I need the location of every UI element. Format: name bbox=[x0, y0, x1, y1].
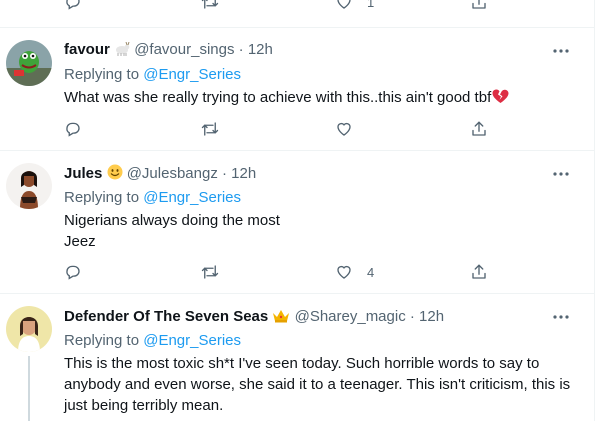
tweet-header: favour @favour_sings · 12h bbox=[64, 41, 273, 58]
avatar[interactable] bbox=[6, 163, 52, 209]
tweet-actions: 4 bbox=[64, 262, 494, 282]
retweet-icon bbox=[201, 265, 219, 279]
like-count: 1 bbox=[367, 0, 375, 10]
mention-link[interactable]: @Engr_Series bbox=[143, 332, 241, 349]
tweet[interactable]: Defender Of The Seven Seas @Sharey_magic… bbox=[0, 294, 594, 421]
tweet-text: Nigerians always doing the most Jeez bbox=[64, 210, 584, 252]
mention-link[interactable]: @Engr_Series bbox=[143, 66, 241, 83]
reply-icon bbox=[66, 265, 80, 280]
more-options-button[interactable] bbox=[552, 309, 572, 325]
tweet-text-line: anybody and even worse, she said it to a… bbox=[64, 376, 571, 393]
share-icon bbox=[472, 0, 486, 9]
more-options-button[interactable] bbox=[552, 166, 572, 182]
replying-to: Replying to @Engr_Series bbox=[64, 332, 241, 349]
thread-line bbox=[28, 356, 30, 421]
like-button[interactable]: 1 bbox=[335, 0, 374, 12]
share-icon bbox=[472, 121, 486, 136]
share-button[interactable] bbox=[470, 119, 488, 139]
like-button[interactable] bbox=[335, 119, 353, 139]
separator-dot: · bbox=[238, 41, 244, 58]
smiling-face-emoji-icon bbox=[107, 164, 123, 180]
timestamp[interactable]: 12h bbox=[419, 308, 444, 325]
share-icon bbox=[472, 264, 486, 279]
previous-tweet-actions: 1 bbox=[0, 0, 595, 28]
reply-icon bbox=[66, 0, 80, 10]
avatar[interactable] bbox=[6, 306, 52, 352]
display-name[interactable]: Jules bbox=[64, 165, 102, 182]
retweet-icon bbox=[201, 0, 219, 9]
replying-to: Replying to @Engr_Series bbox=[64, 66, 241, 83]
tweet-text-line: This is the most toxic sh*t I've seen to… bbox=[64, 355, 540, 372]
tweet-header: Defender Of The Seven Seas @Sharey_magic… bbox=[64, 308, 444, 325]
retweet-button[interactable] bbox=[200, 262, 220, 282]
replying-to-label: Replying to bbox=[64, 332, 140, 349]
broken-heart-icon bbox=[492, 89, 509, 104]
replying-to-label: Replying to bbox=[64, 66, 140, 83]
separator-dot: · bbox=[409, 308, 415, 325]
replying-to-label: Replying to bbox=[64, 189, 140, 206]
more-options-button[interactable] bbox=[552, 43, 572, 59]
reply-button[interactable] bbox=[64, 0, 82, 12]
retweet-button[interactable] bbox=[200, 119, 220, 139]
reply-icon bbox=[66, 122, 80, 137]
tweet-text: This is the most toxic sh*t I've seen to… bbox=[64, 353, 584, 416]
display-name[interactable]: Defender Of The Seven Seas bbox=[64, 308, 268, 325]
tweet[interactable]: Jules @Julesbangz · 12h Replying to @Eng… bbox=[0, 151, 594, 294]
heart-icon bbox=[337, 122, 351, 136]
tweet-text-line: What was she really trying to achieve wi… bbox=[64, 89, 492, 106]
separator-dot: · bbox=[222, 165, 227, 182]
tweet-actions bbox=[64, 119, 494, 139]
crown-emoji-icon bbox=[272, 309, 290, 323]
like-count: 4 bbox=[367, 264, 375, 280]
tweet-text-line: Jeez bbox=[64, 233, 96, 250]
retweet-button[interactable] bbox=[200, 0, 220, 12]
tweet[interactable]: favour @favour_sings · 12h Replying to @… bbox=[0, 28, 594, 151]
handle[interactable]: @favour_sings bbox=[134, 41, 234, 58]
handle[interactable]: @Julesbangz bbox=[127, 165, 218, 182]
share-button[interactable] bbox=[470, 0, 488, 12]
like-button[interactable]: 4 bbox=[335, 262, 374, 282]
handle[interactable]: @Sharey_magic bbox=[295, 308, 406, 325]
tweet-header: Jules @Julesbangz · 12h bbox=[64, 164, 256, 182]
timestamp[interactable]: 12h bbox=[248, 41, 273, 58]
more-dots-icon bbox=[553, 315, 569, 319]
heart-icon bbox=[337, 265, 351, 279]
timestamp[interactable]: 12h bbox=[231, 165, 256, 182]
mention-link[interactable]: @Engr_Series bbox=[143, 189, 241, 206]
display-name[interactable]: favour bbox=[64, 41, 110, 58]
avatar[interactable] bbox=[6, 40, 52, 86]
more-dots-icon bbox=[553, 172, 569, 176]
tweet-text-line: Nigerians always doing the most bbox=[64, 212, 280, 229]
tweet-text: What was she really trying to achieve wi… bbox=[64, 87, 584, 108]
more-dots-icon bbox=[553, 49, 569, 53]
retweet-icon bbox=[201, 122, 219, 136]
replying-to: Replying to @Engr_Series bbox=[64, 189, 241, 206]
share-button[interactable] bbox=[470, 262, 488, 282]
tweet-text-line: just being terribly mean. bbox=[64, 397, 224, 414]
goat-emoji-icon bbox=[114, 42, 130, 56]
reply-button[interactable] bbox=[64, 119, 82, 139]
reply-button[interactable] bbox=[64, 262, 82, 282]
heart-icon bbox=[337, 0, 351, 9]
